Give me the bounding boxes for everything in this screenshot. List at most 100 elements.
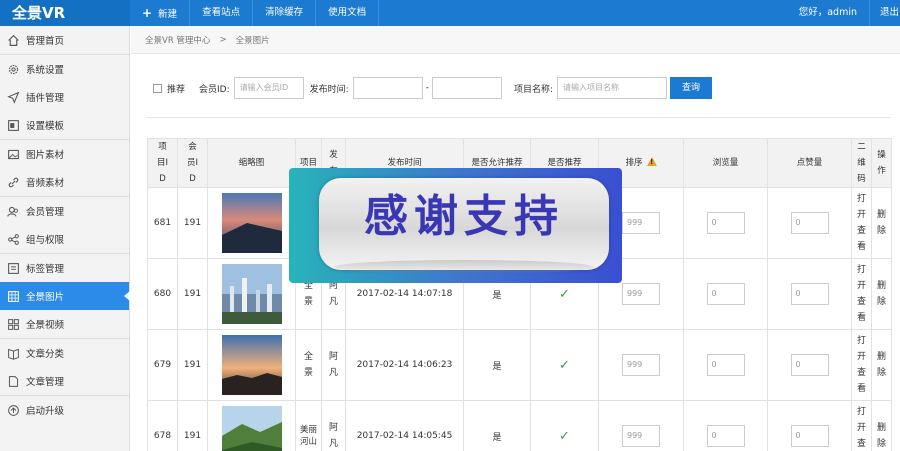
- member-id-label: 会员ID:: [199, 84, 230, 95]
- check-icon[interactable]: ✓: [559, 287, 570, 302]
- cell-likes: 0: [767, 329, 852, 401]
- publish-date-end-input[interactable]: [431, 77, 502, 99]
- cell-allow-recommend: 是: [463, 329, 531, 401]
- sidebar-item-permissions[interactable]: 组与权限: [0, 225, 129, 253]
- logout-link[interactable]: 退出: [870, 0, 900, 26]
- likes-input[interactable]: 0: [790, 425, 829, 447]
- clear-cache-link[interactable]: 清除缓存: [253, 0, 317, 26]
- cell-views: 0: [683, 400, 768, 451]
- col-header-thumbnail[interactable]: 缩略图: [207, 138, 296, 188]
- cell-thumbnail: [207, 258, 296, 330]
- warning-icon: [646, 156, 657, 166]
- thumbnail-image[interactable]: [221, 406, 282, 451]
- breadcrumb-root[interactable]: 全景VR 管理中心: [145, 34, 210, 46]
- sidebar-item-label: 文章分类: [26, 349, 65, 360]
- col-header-likes[interactable]: 点赞量: [767, 138, 852, 188]
- cell-id: 680: [147, 258, 178, 330]
- col-header-id[interactable]: 项目ID: [147, 138, 178, 188]
- view-site-link[interactable]: 查看站点: [190, 0, 254, 26]
- sidebar-item-upgrade[interactable]: 启动升级: [0, 396, 129, 424]
- sidebar-item-articles[interactable]: 文章管理: [0, 367, 129, 395]
- open-qrcode-link[interactable]: 打开查看: [856, 191, 868, 255]
- open-qrcode-link[interactable]: 打开查看: [856, 262, 868, 326]
- cell-is-recommend: ✓: [530, 329, 599, 401]
- query-button[interactable]: 查询: [669, 77, 712, 99]
- sort-input[interactable]: 999: [622, 212, 660, 234]
- cell-thumbnail: [207, 329, 296, 401]
- thumbnail-image[interactable]: [221, 335, 282, 395]
- sidebar-item-label: 管理首页: [26, 36, 65, 47]
- sidebar-item-audio[interactable]: 音频素材: [0, 168, 129, 196]
- cell-views: 0: [683, 329, 768, 401]
- breadcrumb: 全景VR 管理中心 > 全景图片: [131, 26, 900, 54]
- sidebar-item-tags[interactable]: 标签管理: [0, 254, 129, 282]
- gear-icon: [6, 62, 20, 76]
- sidebar-item-label: 标签管理: [26, 264, 65, 275]
- docs-link[interactable]: 使用文档: [316, 0, 380, 26]
- col-header-views[interactable]: 浏览量: [683, 138, 768, 188]
- member-id-input[interactable]: 请输入会员ID: [233, 77, 304, 99]
- recommend-checkbox[interactable]: [153, 83, 162, 93]
- sidebar-item-article-categories[interactable]: 文章分类: [0, 339, 129, 367]
- sidebar-item-system-settings[interactable]: 系统设置: [0, 55, 129, 83]
- check-icon[interactable]: ✓: [559, 429, 570, 444]
- open-qrcode-link[interactable]: 打开查看: [856, 333, 868, 397]
- project-name-input[interactable]: 请输入项目名称: [556, 77, 667, 99]
- publish-date-start-input[interactable]: [352, 77, 423, 99]
- sidebar: 管理首页 系统设置 插件管理 设置模板 图片素材 音频素材 会员管理 组与权限 …: [0, 26, 130, 451]
- delete-link[interactable]: 删除: [876, 349, 888, 381]
- delete-link[interactable]: 删除: [876, 278, 888, 310]
- views-input[interactable]: 0: [706, 425, 745, 447]
- sidebar-item-members[interactable]: 会员管理: [0, 197, 129, 225]
- cell-publisher: 阿凡: [321, 329, 346, 401]
- likes-input[interactable]: 0: [790, 283, 829, 305]
- grid-icon: [6, 317, 20, 331]
- sidebar-item-home[interactable]: 管理首页: [0, 26, 129, 54]
- cell-sort: 999: [598, 329, 684, 401]
- cell-id: 679: [147, 329, 178, 401]
- col-header-qrcode[interactable]: 二维码: [851, 138, 872, 188]
- sidebar-item-images[interactable]: 图片素材: [0, 140, 129, 168]
- user-greeting[interactable]: 您好，admin: [787, 0, 870, 26]
- col-header-operations[interactable]: 操作: [871, 138, 892, 188]
- cell-thumbnail: [207, 400, 296, 451]
- sort-input[interactable]: 999: [622, 283, 660, 305]
- upgrade-icon: [6, 403, 20, 417]
- cell-qrcode: 打开查看: [851, 258, 872, 330]
- sort-input[interactable]: 999: [622, 354, 660, 376]
- col-header-member[interactable]: 会员ID: [177, 138, 208, 188]
- home-icon: [6, 33, 20, 47]
- filter-bar: 推荐 会员ID: 请输入会员ID 发布时间: - 项目名称: 请输入项目名称 查…: [153, 77, 712, 99]
- thumbnail-image[interactable]: [221, 264, 282, 324]
- users-icon: [6, 204, 20, 218]
- document-icon: [6, 374, 20, 388]
- sort-input[interactable]: 999: [622, 425, 660, 447]
- brand-logo[interactable]: 全景VR: [0, 0, 130, 26]
- template-icon: [6, 118, 20, 132]
- delete-link[interactable]: 删除: [876, 420, 888, 451]
- cell-member: 191: [177, 187, 208, 259]
- check-icon[interactable]: ✓: [559, 358, 570, 373]
- sidebar-item-templates[interactable]: 设置模板: [0, 111, 129, 139]
- cell-project: 美丽河山: [295, 400, 322, 451]
- sidebar-item-label: 启动升级: [26, 406, 65, 417]
- cell-allow-recommend: 是: [463, 400, 531, 451]
- views-input[interactable]: 0: [706, 283, 745, 305]
- new-button[interactable]: + 新建: [130, 0, 191, 26]
- sidebar-item-plugins[interactable]: 插件管理: [0, 83, 129, 111]
- likes-input[interactable]: 0: [790, 212, 829, 234]
- delete-link[interactable]: 删除: [876, 207, 888, 239]
- sidebar-item-label: 会员管理: [26, 207, 65, 218]
- cell-operations: 删除: [871, 400, 892, 451]
- views-input[interactable]: 0: [706, 212, 745, 234]
- sidebar-item-panorama-videos[interactable]: 全景视频: [0, 310, 129, 338]
- open-qrcode-link[interactable]: 打开查看: [856, 404, 868, 451]
- thumbnail-image[interactable]: [221, 193, 282, 253]
- new-label: 新建: [158, 9, 178, 20]
- likes-input[interactable]: 0: [790, 354, 829, 376]
- tag-icon: [6, 261, 20, 275]
- cell-publish-time: 2017-02-14 14:06:23: [345, 329, 464, 401]
- views-input[interactable]: 0: [706, 354, 745, 376]
- cell-operations: 删除: [871, 329, 892, 401]
- sidebar-item-panorama-images[interactable]: 全景图片: [0, 282, 130, 310]
